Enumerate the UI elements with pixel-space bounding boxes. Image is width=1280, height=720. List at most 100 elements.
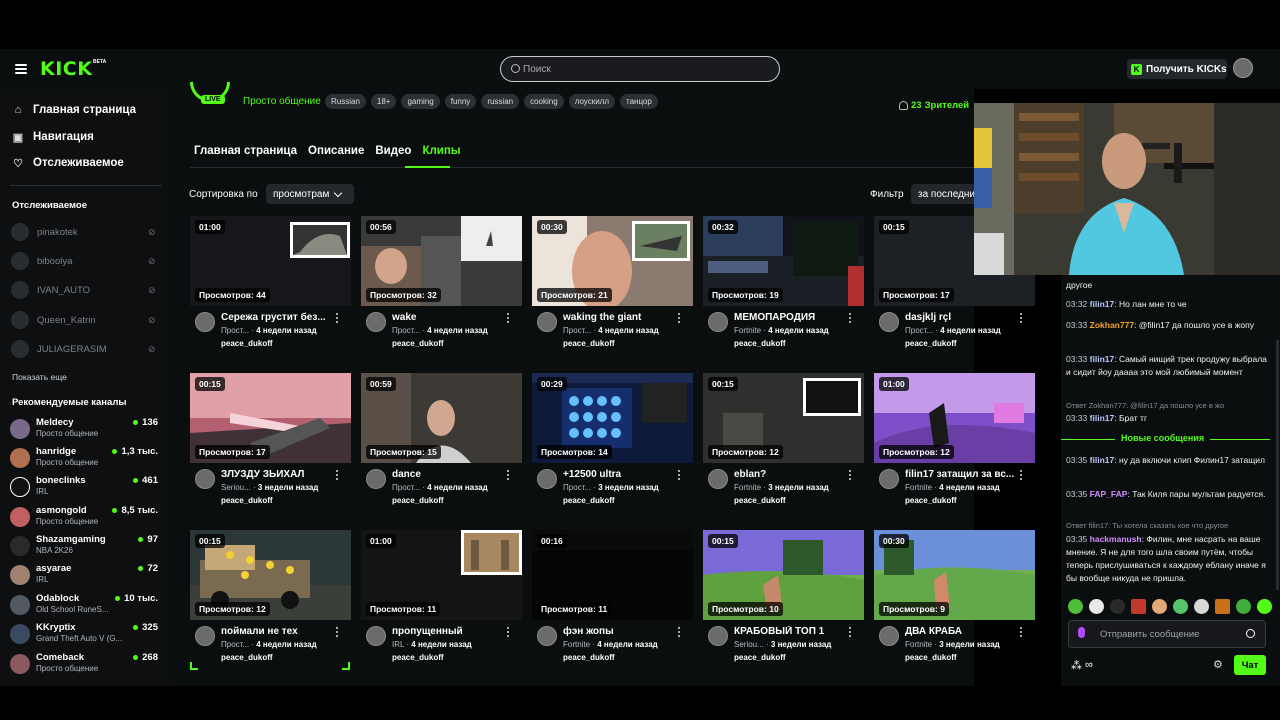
message-user[interactable]: filin17 xyxy=(1090,413,1115,423)
emote-icon[interactable] xyxy=(1236,599,1251,614)
filter-dropdown[interactable]: за последние xyxy=(911,184,981,204)
more-options-icon[interactable] xyxy=(336,313,339,323)
more-options-icon[interactable] xyxy=(849,627,852,637)
clip-category[interactable]: Fortnite xyxy=(563,640,590,649)
clip-category[interactable]: Прост... xyxy=(563,483,591,492)
clip-category[interactable]: Fortnite xyxy=(905,483,932,492)
clip-category[interactable]: IRL xyxy=(392,640,404,649)
tag[interactable]: russian xyxy=(481,94,520,109)
clip-author[interactable]: peace_dukoff xyxy=(392,653,444,662)
gear-icon[interactable]: ⚙ xyxy=(1213,658,1223,671)
clip-title[interactable]: МЕМОПАРОДИЯ xyxy=(734,312,844,323)
clip-title[interactable]: ЗЛУЗДУ ЗЬИХАЛ xyxy=(221,469,331,480)
sidebar-nav-following[interactable]: ♡ Отслеживаемое xyxy=(12,155,124,171)
clip-author[interactable]: peace_dukoff xyxy=(221,653,273,662)
clip-card[interactable]: 00:32 Просмотров: 19 МЕМОПАРОДИЯ Fortnite ·… xyxy=(703,216,864,356)
clip-author[interactable]: peace_dukoff xyxy=(734,339,786,348)
message-user[interactable]: filin17 xyxy=(1090,299,1115,309)
clip-card[interactable]: 00:15 Просмотров: 12 поймали не тех Прост..… xyxy=(190,530,351,670)
emote-icon[interactable] xyxy=(1257,599,1272,614)
tag[interactable]: Russian xyxy=(325,94,366,109)
sort-dropdown[interactable]: просмотрам xyxy=(266,184,354,204)
clip-title[interactable]: Сережа грустит без... xyxy=(221,312,331,323)
more-options-icon[interactable] xyxy=(336,470,339,480)
more-options-icon[interactable] xyxy=(678,313,681,323)
clip-thumbnail[interactable]: 01:00 Просмотров: 11 xyxy=(361,530,522,620)
recommended-channel[interactable]: Comeback Просто общение 268 xyxy=(10,652,162,676)
clip-card[interactable]: 00:29 Просмотров: 14 +12500 ultra Прост... … xyxy=(532,373,693,513)
clip-category[interactable]: Fortnite xyxy=(734,483,761,492)
clip-channel-avatar[interactable] xyxy=(195,312,215,332)
clip-author[interactable]: peace_dukoff xyxy=(905,653,957,662)
clip-channel-avatar[interactable] xyxy=(195,469,215,489)
following-channel[interactable]: JULIAGERASIM xyxy=(11,340,107,358)
message-user[interactable]: filin17 xyxy=(1090,455,1115,465)
sidebar-nav-home[interactable]: ⌂ Главная страница xyxy=(12,102,136,118)
recommended-channel[interactable]: Odablock Old School RuneS... 10 тыс. xyxy=(10,593,162,617)
clip-author[interactable]: peace_dukoff xyxy=(563,496,615,505)
clip-thumbnail[interactable]: 00:15 Просмотров: 12 xyxy=(703,373,864,463)
clip-channel-avatar[interactable] xyxy=(366,312,386,332)
clip-channel-avatar[interactable] xyxy=(366,626,386,646)
more-options-icon[interactable] xyxy=(507,470,510,480)
clip-thumbnail[interactable]: 00:29 Просмотров: 14 xyxy=(532,373,693,463)
clip-card[interactable]: 00:59 Просмотров: 15 dance Прост... · 4 нед… xyxy=(361,373,522,513)
clip-thumbnail[interactable]: 00:15 Просмотров: 12 xyxy=(190,530,351,620)
clip-author[interactable]: peace_dukoff xyxy=(563,653,615,662)
clip-category[interactable]: Прост... xyxy=(392,326,420,335)
user-avatar[interactable] xyxy=(1233,58,1253,78)
clip-channel-avatar[interactable] xyxy=(537,626,557,646)
clip-thumbnail[interactable]: 00:16 Просмотров: 11 xyxy=(532,530,693,620)
clip-channel-avatar[interactable] xyxy=(879,312,899,332)
clip-card[interactable]: 00:30 Просмотров: 9 ДВА КРАБА Fortnite · 3 … xyxy=(874,530,1035,670)
clip-title[interactable]: waking the giant xyxy=(563,312,673,323)
more-options-icon[interactable] xyxy=(678,470,681,480)
clip-author[interactable]: peace_dukoff xyxy=(905,339,957,348)
clip-category[interactable]: Прост... xyxy=(905,326,933,335)
clip-author[interactable]: peace_dukoff xyxy=(734,653,786,662)
clip-category[interactable]: Fortnite xyxy=(905,640,932,649)
tab-videos[interactable]: Видео xyxy=(375,145,411,157)
emote-icon[interactable] xyxy=(1110,599,1125,614)
following-channel[interactable]: IVAN_AUTO xyxy=(11,281,90,299)
more-options-icon[interactable] xyxy=(507,313,510,323)
kick-logo[interactable]: KICK xyxy=(40,58,92,80)
more-options-icon[interactable] xyxy=(507,627,510,637)
clip-card[interactable]: 00:15 Просмотров: 17 ЗЛУЗДУ ЗЬИХАЛ Seriou..… xyxy=(190,373,351,513)
chat-input[interactable] xyxy=(1100,627,1240,641)
clip-title[interactable]: wake xyxy=(392,312,502,323)
emote-icon[interactable] xyxy=(1194,599,1209,614)
clip-channel-avatar[interactable] xyxy=(537,469,557,489)
clip-thumbnail[interactable]: 00:15 Просмотров: 10 xyxy=(703,530,864,620)
clip-card[interactable]: 00:30 Просмотров: 21 waking the giant Прост… xyxy=(532,216,693,356)
clip-title[interactable]: фэн жопы xyxy=(563,626,673,637)
clip-title[interactable]: filin17 затащил за вс... xyxy=(905,469,1015,480)
chat-send-button[interactable]: Чат xyxy=(1234,655,1266,675)
clip-card[interactable]: 00:15 Просмотров: 12 eblan? Fortnite · 3 не… xyxy=(703,373,864,513)
clip-thumbnail[interactable]: 01:00 Просмотров: 12 xyxy=(874,373,1035,463)
clip-author[interactable]: peace_dukoff xyxy=(221,496,273,505)
emote-icon[interactable] xyxy=(1131,599,1146,614)
clip-thumbnail[interactable]: 01:00 Просмотров: 44 xyxy=(190,216,351,306)
following-channel[interactable]: biboolya xyxy=(11,252,72,270)
clip-channel-avatar[interactable] xyxy=(708,626,728,646)
clip-thumbnail[interactable]: 00:59 Просмотров: 15 xyxy=(361,373,522,463)
more-options-icon[interactable] xyxy=(849,313,852,323)
chat-scrollbar[interactable] xyxy=(1276,340,1279,590)
clip-thumbnail[interactable]: 00:15 Просмотров: 17 xyxy=(190,373,351,463)
tag[interactable]: лоускилл xyxy=(568,94,616,109)
show-more-link[interactable]: Показать еще xyxy=(12,372,67,382)
infinity-icon[interactable]: ∞ xyxy=(1085,659,1093,672)
emoji-icon[interactable] xyxy=(1246,629,1255,638)
emote-icon[interactable] xyxy=(1089,599,1104,614)
microphone-icon[interactable] xyxy=(1078,627,1085,638)
clip-thumbnail[interactable]: 00:30 Просмотров: 21 xyxy=(532,216,693,306)
clip-author[interactable]: peace_dukoff xyxy=(392,339,444,348)
more-options-icon[interactable] xyxy=(678,627,681,637)
clip-card[interactable]: 00:15 Просмотров: 10 КРАБОВЫЙ ТОП 1 Seriou.… xyxy=(703,530,864,670)
message-user[interactable]: filin17 xyxy=(1090,354,1115,364)
channel-category-link[interactable]: Просто общение xyxy=(243,96,321,107)
message-user[interactable]: FAP_FAP xyxy=(1090,489,1128,499)
tag[interactable]: gaming xyxy=(401,94,440,109)
clip-title[interactable]: КРАБОВЫЙ ТОП 1 xyxy=(734,626,844,637)
